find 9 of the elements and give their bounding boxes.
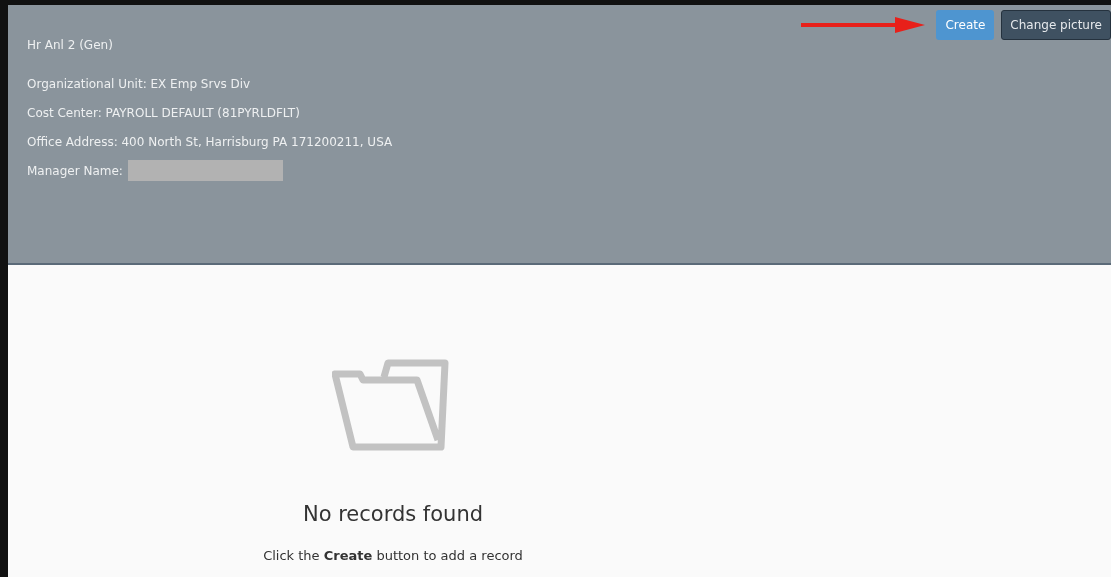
folder-icon (332, 358, 450, 452)
header-title: Hr Anl 2 (Gen) (27, 38, 113, 52)
detail-text: Manager Name: (27, 163, 123, 178)
detail-text: Organizational Unit: EX Emp Srvs Div (27, 76, 251, 91)
detail-text: Office Address: 400 North St, Harrisburg PA 171200211, USA (27, 134, 393, 149)
empty-state-title: No records found (302, 502, 484, 526)
empty-state-message: Click the Create button to add a record (263, 548, 523, 563)
change-picture-button[interactable]: Change picture (1001, 10, 1111, 40)
detail-text: Cost Center: PAYROLL DEFAULT (81PYRLDFLT) (27, 105, 300, 120)
